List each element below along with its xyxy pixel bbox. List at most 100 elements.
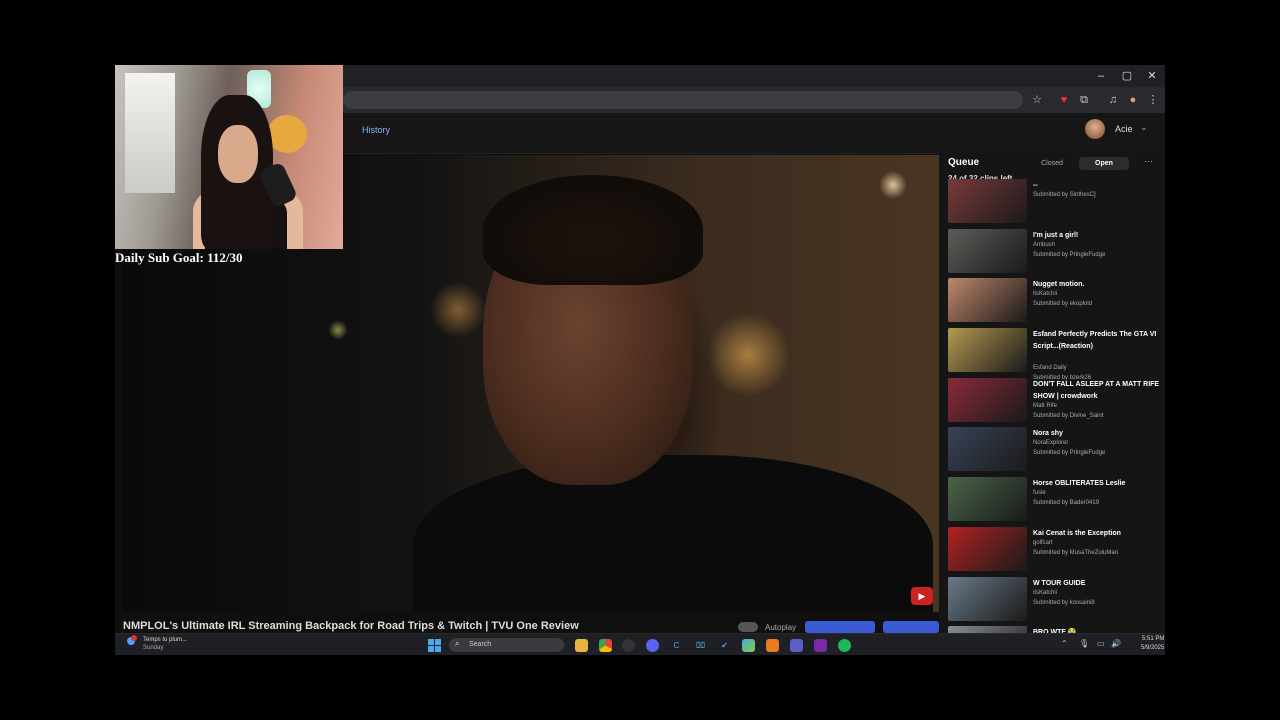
chevron-down-icon[interactable]: ⌄ [1140, 122, 1148, 133]
terminal-icon[interactable]: ⌧ [694, 639, 707, 652]
queue-item[interactable]: DON'T FALL ASLEEP AT A MATT RIFE SHOW | … [948, 377, 1163, 428]
address-bar[interactable] [343, 91, 1023, 109]
autoplay-label: Autoplay [765, 623, 797, 632]
clip-title[interactable]: W TOUR GUIDE [1033, 578, 1161, 590]
queue-item[interactable]: W TOUR GUIDE itsKatchii Submitted by kossa… [948, 576, 1163, 627]
maximize-button[interactable]: ▢ [1117, 68, 1137, 84]
queue-item[interactable]: Nora shy NoraExplorer Submitted by Pringle… [948, 427, 1163, 477]
volume-icon[interactable]: 🔊 [1111, 639, 1121, 648]
search-icon: ⌕ [455, 639, 460, 648]
taskbar-search[interactable]: ⌕ Search [449, 638, 564, 652]
clip-thumbnail[interactable] [948, 278, 1027, 323]
notification-badge [131, 635, 137, 641]
queue-list: -- Submitted by SinthesC] I'm just a girl!… [948, 179, 1163, 633]
clip-submitter: Submitted by MusaTheZuluMan [1033, 549, 1119, 556]
teams-icon[interactable] [790, 639, 803, 652]
clip-submitter: Submitted by Divine_Saint [1033, 412, 1104, 419]
clip-title[interactable]: I'm just a girl! [1033, 230, 1161, 242]
taskbar: Temps to plum... Sunday ⌕ Search C ⌧ ✔ ⌃… [115, 633, 1165, 655]
queue-item[interactable]: -- Submitted by SinthesC] [948, 179, 1163, 229]
clip-submitter: Submitted by kossaini8 [1033, 599, 1095, 606]
video-person-body [413, 455, 933, 612]
media-control-icon[interactable]: ♫ [1105, 92, 1121, 108]
queue-item[interactable]: Horse OBLITERATES Leslie fusle Submitted b… [948, 477, 1163, 527]
clip-channel: NoraExplorer [1033, 440, 1069, 447]
profile-icon[interactable]: ● [1125, 92, 1141, 108]
clock-time[interactable]: 5:51 PM [1142, 636, 1164, 642]
clip-thumbnail[interactable] [948, 377, 1027, 422]
clip-thumbnail[interactable] [948, 626, 1027, 633]
clip-thumbnail[interactable] [948, 526, 1027, 571]
chrome-icon[interactable] [599, 639, 612, 652]
sub-goal-text: Daily Sub Goal: 112/30 [115, 250, 243, 265]
clip-thumbnail[interactable] [948, 179, 1027, 223]
tab-closed[interactable]: Closed [1027, 157, 1077, 170]
extension-icon[interactable]: ♥ [1056, 92, 1072, 108]
weather-text[interactable]: Temps to plum... [143, 637, 187, 643]
network-icon[interactable]: ▭ [1097, 639, 1105, 648]
action-button-primary[interactable] [805, 621, 875, 633]
close-button[interactable]: ✕ [1142, 68, 1162, 84]
video-person-hair [483, 175, 703, 285]
bookmark-star-icon[interactable]: ☆ [1029, 92, 1045, 108]
queue-item[interactable]: I'm just a girl! Ambush Submitted by Pring… [948, 228, 1163, 279]
clip-submitter: Submitted by ekoplold [1033, 301, 1093, 308]
webcam-plush-toy [267, 115, 307, 153]
clip-thumbnail[interactable] [948, 576, 1027, 621]
clip-channel: itsKatchii [1033, 589, 1058, 596]
clip-submitter: Submitted by PringleFudge [1033, 251, 1106, 258]
clip-channel: golfcart [1033, 539, 1053, 546]
clip-title[interactable]: DON'T FALL ASLEEP AT A MATT RIFE SHOW | … [1033, 379, 1161, 403]
discord-icon[interactable] [646, 639, 659, 652]
clip-thumbnail[interactable] [948, 228, 1027, 273]
clock-date[interactable]: 5/9/2025 [1141, 645, 1164, 651]
file-explorer-icon[interactable] [575, 639, 588, 652]
spotify-icon[interactable] [838, 639, 851, 652]
weather-subtext[interactable]: Sunday [143, 645, 163, 651]
more-options-icon[interactable]: ⋯ [1144, 156, 1153, 167]
autoplay-toggle[interactable] [738, 622, 758, 632]
clip-title[interactable]: Esfand Perfectly Predicts The GTA VI Scr… [1033, 329, 1161, 353]
queue-item[interactable]: Kai Cenat is the Exception golfcart Submit… [948, 526, 1163, 577]
webcam-window-background [125, 73, 175, 193]
clip-channel: Matt Rife [1033, 402, 1058, 409]
clip-submitter: Submitted by PringleFudge [1033, 450, 1106, 457]
start-menu-icon[interactable] [428, 639, 441, 652]
clip-submitter: Submitted by SinthesC] [1033, 192, 1096, 198]
avatar[interactable] [1085, 119, 1105, 139]
tab-open[interactable]: Open [1079, 157, 1129, 170]
minimize-button[interactable]: – [1091, 68, 1111, 84]
search-label: Search [469, 641, 492, 648]
queue-panel: Queue Closed Open ⋯ 24 of 32 clips left … [939, 153, 1165, 633]
webcam-streamer-face [218, 125, 258, 183]
clip-title[interactable]: -- [1033, 180, 1161, 192]
refresh-app-icon[interactable]: C [670, 639, 683, 652]
queue-item[interactable]: Nugget motion. itsKatchii Submitted by eko… [948, 278, 1163, 328]
clip-thumbnail[interactable] [948, 477, 1027, 522]
kick-app-icon[interactable] [814, 639, 827, 652]
queue-item[interactable]: Esfand Perfectly Predicts The GTA VI Scr… [948, 328, 1163, 381]
clip-channel: Ambush [1033, 241, 1056, 248]
youtube-logo-icon[interactable]: ▶ [911, 587, 933, 605]
extensions-puzzle-icon[interactable]: ⧉ [1076, 92, 1092, 108]
history-link[interactable]: History [362, 125, 390, 135]
browser-menu-icon[interactable]: ⋮ [1145, 92, 1161, 108]
clip-thumbnail[interactable] [948, 427, 1027, 472]
desktop-screen: – ▢ ✕ ☆ ♥ ⧉ ♫ ● ⋮ History Acie ⌄ ▶ NMPLO… [115, 65, 1165, 655]
clip-submitter: Submitted by Bader0419 [1033, 500, 1100, 507]
queue-item[interactable]: BRO WTF 😭 [948, 626, 1163, 633]
clip-title[interactable]: Horse OBLITERATES Leslie [1033, 478, 1161, 490]
clip-title[interactable]: Nora shy [1033, 428, 1161, 440]
clip-title[interactable]: Kai Cenat is the Exception [1033, 528, 1161, 540]
action-button-secondary[interactable] [883, 621, 939, 633]
microphone-tray-icon[interactable]: 🎙 [1079, 639, 1089, 648]
editor-app-icon[interactable] [766, 639, 779, 652]
chevron-up-icon[interactable]: ⌃ [1061, 639, 1068, 648]
clip-thumbnail[interactable] [948, 328, 1027, 373]
clip-channel: fusle [1033, 490, 1046, 497]
clip-title[interactable]: Nugget motion. [1033, 279, 1161, 291]
store-icon[interactable] [742, 639, 755, 652]
obs-icon[interactable] [622, 639, 635, 652]
check-app-icon[interactable]: ✔ [718, 639, 731, 652]
user-name[interactable]: Acie [1115, 124, 1133, 134]
